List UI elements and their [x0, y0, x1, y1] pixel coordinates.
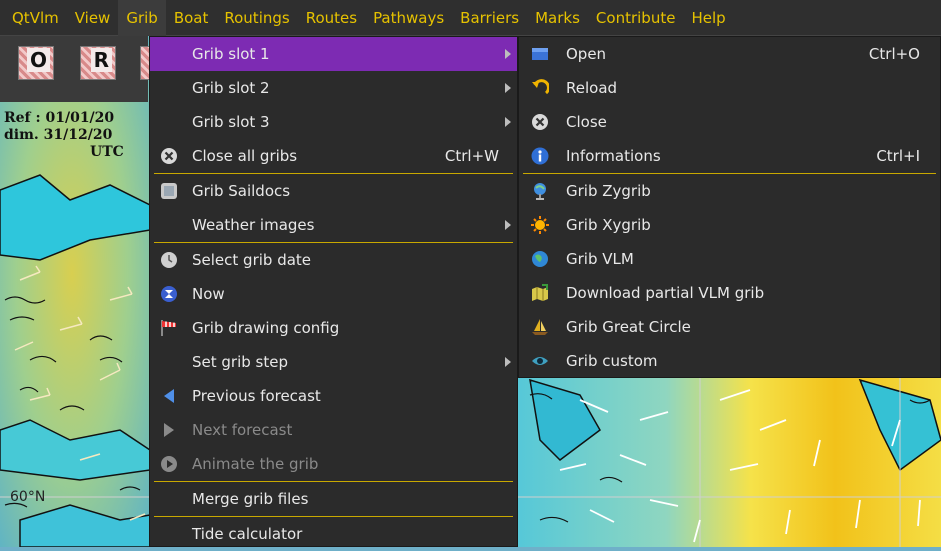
triangle-right-icon — [164, 423, 174, 437]
open-folder-icon — [532, 48, 548, 60]
grib-slot-1-submenu: Open Ctrl+O Reload Close Informations Ct… — [518, 36, 941, 378]
menu-routings[interactable]: Routings — [216, 0, 297, 36]
info-icon — [531, 147, 549, 165]
latitude-label: 60°N — [10, 489, 46, 505]
menu-view[interactable]: View — [67, 0, 119, 36]
menu-item-tide-calculator[interactable]: Tide calculator — [150, 517, 517, 551]
toolbar-button-r[interactable]: R — [80, 46, 116, 80]
sun-icon — [531, 216, 549, 234]
menu-item-weather-images[interactable]: Weather images — [150, 208, 517, 242]
menubar: QtVlm View Grib Boat Routings Routes Pat… — [0, 0, 941, 36]
menu-item-now[interactable]: Now — [150, 277, 517, 311]
eye-icon — [532, 357, 548, 365]
current-date-label: dim. 31/12/20 — [4, 127, 113, 143]
clock-icon — [161, 252, 177, 268]
submenu-arrow-icon — [505, 83, 511, 93]
grib-reference-info: Ref : 01/01/20 dim. 31/12/20 UTC — [0, 110, 148, 176]
submenu-arrow-icon — [505, 49, 511, 59]
menu-qtvlm[interactable]: QtVlm — [4, 0, 67, 36]
menu-marks[interactable]: Marks — [527, 0, 588, 36]
menu-item-grib-slot-3[interactable]: Grib slot 3 — [150, 105, 517, 139]
menu-item-previous-forecast[interactable]: Previous forecast — [150, 379, 517, 413]
saildocs-icon — [161, 183, 177, 199]
menu-item-grib-drawing-config[interactable]: Grib drawing config — [150, 311, 517, 345]
menu-item-close-all-gribs[interactable]: Close all gribs Ctrl+W — [150, 139, 517, 173]
menu-boat[interactable]: Boat — [166, 0, 217, 36]
submenu-arrow-icon — [505, 357, 511, 367]
menu-item-grib-custom[interactable]: Grib custom — [519, 344, 940, 378]
menu-item-set-grib-step[interactable]: Set grib step — [150, 345, 517, 379]
windsock-icon — [161, 320, 176, 336]
menu-item-grib-zygrib[interactable]: Grib Zygrib — [519, 174, 940, 208]
grib-dropdown-menu: Grib slot 1 Grib slot 2 Grib slot 3 Clos… — [149, 36, 518, 547]
menu-item-grib-vlm[interactable]: Grib VLM — [519, 242, 940, 276]
menu-item-close[interactable]: Close — [519, 105, 940, 139]
menu-item-grib-saildocs[interactable]: Grib Saildocs — [150, 174, 517, 208]
menu-routes[interactable]: Routes — [298, 0, 365, 36]
menu-contribute[interactable]: Contribute — [588, 0, 684, 36]
menu-item-informations[interactable]: Informations Ctrl+I — [519, 139, 940, 173]
submenu-arrow-icon — [505, 220, 511, 230]
menu-item-merge-grib-files[interactable]: Merge grib files — [150, 482, 517, 516]
menu-pathways[interactable]: Pathways — [365, 0, 452, 36]
menu-item-grib-xygrib[interactable]: Grib Xygrib — [519, 208, 940, 242]
ref-date-label: Ref : 01/01/20 — [4, 110, 115, 126]
reload-icon — [532, 79, 549, 95]
triangle-left-icon — [164, 389, 174, 403]
menu-item-reload[interactable]: Reload — [519, 71, 940, 105]
globe-icon — [532, 251, 548, 267]
menu-item-next-forecast[interactable]: Next forecast — [150, 413, 517, 447]
close-circle-icon — [532, 114, 548, 130]
close-circle-icon — [161, 148, 177, 164]
menu-barriers[interactable]: Barriers — [452, 0, 527, 36]
menu-item-select-grib-date[interactable]: Select grib date — [150, 243, 517, 277]
menu-item-grib-slot-1[interactable]: Grib slot 1 — [150, 37, 517, 71]
menu-grib[interactable]: Grib — [118, 0, 166, 36]
toolbar-button-o[interactable]: O — [18, 46, 54, 80]
menu-item-open[interactable]: Open Ctrl+O — [519, 37, 940, 71]
timezone-label: UTC — [90, 144, 124, 160]
sailboat-icon — [532, 319, 548, 335]
menu-item-grib-slot-2[interactable]: Grib slot 2 — [150, 71, 517, 105]
menu-help[interactable]: Help — [683, 0, 733, 36]
submenu-arrow-icon — [505, 117, 511, 127]
toolbar: O R — [0, 36, 150, 102]
globe-pin-icon — [534, 183, 546, 200]
map-download-icon — [532, 284, 548, 301]
play-icon — [161, 456, 177, 472]
menu-item-grib-great-circle[interactable]: Grib Great Circle — [519, 310, 940, 344]
menu-item-animate-the-grib[interactable]: Animate the grib — [150, 447, 517, 481]
menu-item-download-partial-vlm-grib[interactable]: Download partial VLM grib — [519, 276, 940, 310]
now-icon — [161, 286, 177, 302]
